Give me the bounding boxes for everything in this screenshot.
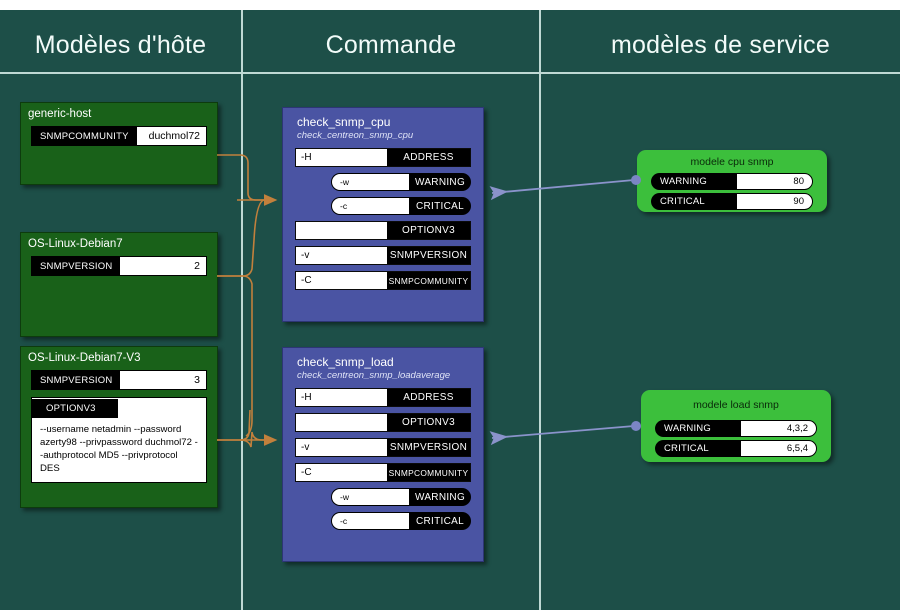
command-arg-row[interactable]: -c CRITICAL	[331, 512, 471, 530]
command-arg-macro: CRITICAL	[409, 197, 471, 215]
host-template-generic-host[interactable]: generic-host SNMPCOMMUNITY duchmol72	[20, 102, 218, 185]
command-arg-row[interactable]: -w WARNING	[331, 173, 471, 191]
command-arg-macro: SNMPCOMMUNITY	[387, 272, 470, 289]
command-arg-macro: CRITICAL	[409, 512, 471, 530]
command-arg-flag: -C	[296, 464, 387, 481]
host-field-key: SNMPVERSION	[32, 257, 121, 275]
command-arg-flag: -c	[331, 197, 409, 215]
service-field-row[interactable]: CRITICAL 90	[651, 193, 813, 210]
command-name: check_snmp_cpu	[297, 115, 391, 129]
command-arg-row[interactable]: -C SNMPCOMMUNITY	[295, 271, 471, 290]
command-arg-flag: -v	[296, 439, 387, 456]
diagram-canvas: Modèles d'hôte Commande modèles de servi…	[0, 0, 900, 610]
service-template-modele-cpu-snmp[interactable]: modele cpu snmp WARNING 80 CRITICAL 90	[637, 150, 827, 212]
host-field-key: SNMPCOMMUNITY	[32, 127, 137, 145]
command-arg-row[interactable]: -w WARNING	[331, 488, 471, 506]
command-arg-macro: OPTIONV3	[387, 222, 470, 239]
service-field-key: CRITICAL	[655, 440, 741, 457]
host-template-os-linux-debian7-v3[interactable]: OS-Linux-Debian7-V3 SNMPVERSION 3 OPTION…	[20, 346, 218, 508]
host-field-row[interactable]: SNMPCOMMUNITY duchmol72	[31, 126, 207, 146]
host-field-row[interactable]: SNMPVERSION 2	[31, 256, 207, 276]
host-optionv3-text: --username netadmin --password azerty98 …	[40, 424, 198, 474]
command-arg-macro: OPTIONV3	[387, 414, 470, 431]
service-field-value: 80	[737, 173, 813, 190]
command-arg-row[interactable]: OPTIONV3	[295, 221, 471, 240]
command-binary: check_centreon_snmp_cpu	[297, 130, 414, 141]
host-template-name: OS-Linux-Debian7	[28, 238, 123, 250]
service-field-row[interactable]: WARNING 4,3,2	[655, 420, 817, 437]
host-field-value: 3	[120, 371, 206, 389]
command-arg-flag: -v	[296, 247, 387, 264]
command-arg-macro: ADDRESS	[387, 149, 470, 166]
command-arg-macro: WARNING	[409, 488, 471, 506]
host-field-value: duchmol72	[136, 127, 206, 145]
command-arg-row[interactable]: -c CRITICAL	[331, 197, 471, 215]
command-arg-row[interactable]: OPTIONV3	[295, 413, 471, 432]
command-arg-flag: -C	[296, 272, 387, 289]
host-field-key: SNMPVERSION	[32, 371, 121, 389]
column-header-host: Modèles d'hôte	[34, 31, 207, 59]
service-field-key: WARNING	[651, 173, 737, 190]
service-field-value: 6,5,4	[741, 440, 817, 457]
service-template-name: modele cpu snmp	[690, 156, 774, 168]
command-arg-flag	[296, 414, 387, 431]
command-check-snmp-load[interactable]: check_snmp_load check_centreon_snmp_load…	[282, 347, 484, 562]
column-header-service: modèles de service	[611, 31, 830, 59]
column-divider-2	[539, 10, 541, 610]
service-field-key: CRITICAL	[651, 193, 737, 210]
command-arg-macro: ADDRESS	[387, 389, 470, 406]
command-arg-row[interactable]: -C SNMPCOMMUNITY	[295, 463, 471, 482]
column-divider-1	[241, 10, 243, 610]
service-field-value: 90	[737, 193, 813, 210]
host-optionv3-key: OPTIONV3	[32, 399, 118, 418]
command-arg-flag: -H	[296, 389, 387, 406]
command-check-snmp-cpu[interactable]: check_snmp_cpu check_centreon_snmp_cpu -…	[282, 107, 484, 322]
service-field-row[interactable]: WARNING 80	[651, 173, 813, 190]
command-arg-row[interactable]: -H ADDRESS	[295, 148, 471, 167]
command-arg-row[interactable]: -v SNMPVERSION	[295, 438, 471, 457]
service-field-value: 4,3,2	[741, 420, 817, 437]
command-arg-flag: -H	[296, 149, 387, 166]
command-arg-flag	[296, 222, 387, 239]
host-template-os-linux-debian7[interactable]: OS-Linux-Debian7 SNMPVERSION 2	[20, 232, 218, 337]
host-field-row[interactable]: SNMPVERSION 3	[31, 370, 207, 390]
host-field-value: 2	[120, 257, 206, 275]
command-arg-row[interactable]: -H ADDRESS	[295, 388, 471, 407]
command-arg-macro: SNMPVERSION	[387, 439, 470, 456]
header-divider	[0, 72, 900, 74]
command-arg-row[interactable]: -v SNMPVERSION	[295, 246, 471, 265]
column-header-command: Commande	[325, 31, 457, 59]
service-template-modele-load-snmp[interactable]: modele load snmp WARNING 4,3,2 CRITICAL …	[641, 390, 831, 462]
service-field-row[interactable]: CRITICAL 6,5,4	[655, 440, 817, 457]
command-name: check_snmp_load	[297, 355, 394, 369]
command-arg-flag: -w	[331, 488, 409, 506]
command-arg-flag: -w	[331, 173, 409, 191]
host-template-name: OS-Linux-Debian7-V3	[28, 352, 141, 364]
service-template-name: modele load snmp	[693, 399, 779, 411]
host-optionv3-block[interactable]: OPTIONV3 --username netadmin --password …	[31, 397, 207, 483]
command-arg-macro: SNMPVERSION	[387, 247, 470, 264]
diagram-board: Modèles d'hôte Commande modèles de servi…	[0, 10, 900, 610]
command-binary: check_centreon_snmp_loadaverage	[297, 370, 451, 381]
host-template-name: generic-host	[28, 108, 92, 120]
command-arg-flag: -c	[331, 512, 409, 530]
command-arg-macro: SNMPCOMMUNITY	[387, 464, 470, 481]
command-arg-macro: WARNING	[409, 173, 471, 191]
service-field-key: WARNING	[655, 420, 741, 437]
